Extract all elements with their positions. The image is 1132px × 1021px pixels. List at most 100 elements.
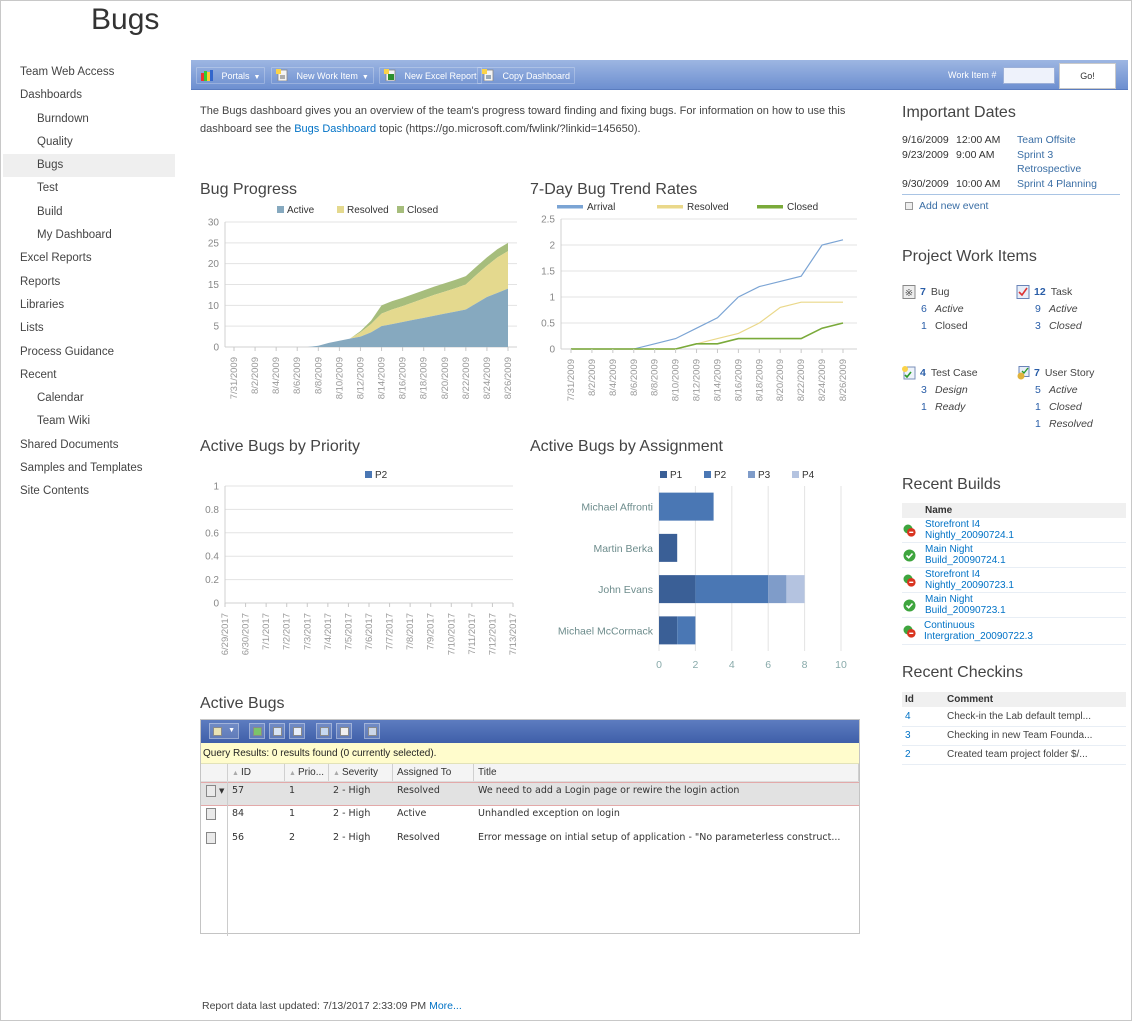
work-item-state[interactable]: 1 Ready [902,399,978,416]
nav-item-dashboards[interactable]: Dashboards [3,84,175,107]
event-link[interactable]: Team Offsite [1017,133,1117,148]
work-item-state[interactable]: 1 Closed [1016,399,1094,416]
work-item-type[interactable]: 4 Test Case [902,365,978,382]
bugs-dashboard-link[interactable]: Bugs Dashboard [294,123,376,135]
legend-swatch [365,471,372,478]
nav-item-team-wiki[interactable]: Team Wiki [3,410,175,433]
bug-row[interactable]: 56 2 2 - High Resolved Error message on inti… [201,830,859,854]
event-link[interactable]: Sprint 4 Planning [1017,177,1117,192]
nav-item-burndown[interactable]: Burndown [3,108,175,131]
y-tick-label: 2 [549,241,555,252]
work-item-type[interactable]: ※ 7 Bug [902,284,968,301]
build-link[interactable]: Main Night Build_20090724.1 [925,544,1055,566]
x-tick-label: 8/18/2009 [754,359,765,401]
x-tick-label: 8/16/2009 [733,359,744,401]
work-item-count[interactable]: 4 [920,367,926,379]
add-new-event-link[interactable]: Add new event [902,200,1127,212]
column-header-assigned-to[interactable]: Assigned To [393,764,474,781]
work-item-state[interactable]: 6 Active [902,301,968,318]
state-count[interactable]: 3 [921,382,935,399]
new-item-dropdown-button[interactable]: ▼ [209,723,239,739]
checkin-id-link[interactable]: 2 [905,749,911,760]
nav-item-samples-and-templates[interactable]: Samples and Templates [3,457,175,480]
work-item-type[interactable]: 12 Task [1016,284,1082,301]
legend-label: Resolved [687,202,729,213]
x-tick-label: 7/13/2017 [508,613,519,655]
go-button[interactable]: Go! [1059,63,1116,89]
nav-item-reports[interactable]: Reports [3,271,175,294]
nav-item-calendar[interactable]: Calendar [3,387,175,410]
bug-row[interactable]: 84 1 2 - High Active Unhandled exception on … [201,806,859,830]
column-header-title[interactable]: Title [474,764,859,781]
edit-query-button[interactable] [364,723,380,739]
nav-item-site-contents[interactable]: Site Contents [3,480,175,503]
new-work-item-button[interactable]: New Work Item ▼ [271,67,374,84]
bar-p1 [659,575,696,604]
copy-button[interactable] [316,723,332,739]
build-link[interactable]: Main Night Build_20090723.1 [925,594,1055,616]
refresh-button[interactable] [249,723,265,739]
work-item-count[interactable]: 7 [1034,367,1040,379]
more-link[interactable]: More... [429,1000,462,1012]
new-excel-report-button[interactable]: New Excel Report [379,67,482,84]
nav-item-build[interactable]: Build [3,201,175,224]
portals-button[interactable]: Portals ▼ [196,67,266,84]
nav-item-quality[interactable]: Quality [3,131,175,154]
nav-item-excel-reports[interactable]: Excel Reports [3,247,175,270]
nav-item-shared-documents[interactable]: Shared Documents [3,434,175,457]
work-item-state[interactable]: 1 Resolved [1016,416,1094,433]
work-item-count[interactable]: 12 [1034,286,1046,298]
new-work-item-label: New Work Item [296,71,358,81]
cell-priority: 2 [289,832,296,843]
nav-item-lists[interactable]: Lists [3,317,175,340]
state-count[interactable]: 1 [1035,416,1049,433]
save-button[interactable] [336,723,352,739]
event-time: 12:00 AM [956,134,1001,146]
nav-item-team-web-access[interactable]: Team Web Access [3,61,175,84]
bug-row[interactable]: ▼ 57 1 2 - High Resolved We need to add a Log… [201,782,859,806]
state-count[interactable]: 1 [921,399,935,416]
build-link[interactable]: Storefront I4 Nightly_20090724.1 [925,519,1055,541]
x-tick-label: 8/14/2009 [377,357,388,399]
work-item-count[interactable]: 7 [920,286,926,298]
state-count[interactable]: 6 [921,301,935,318]
state-count[interactable]: 5 [1035,382,1049,399]
work-item-state[interactable]: 1 Closed [902,318,968,335]
nav-item-libraries[interactable]: Libraries [3,294,175,317]
checkin-id-link[interactable]: 3 [905,730,911,741]
open-in-excel-button[interactable] [269,723,285,739]
state-count[interactable]: 9 [1035,301,1049,318]
nav-item-process-guidance[interactable]: Process Guidance [3,341,175,364]
x-tick-label: 7/3/2017 [302,613,313,650]
state-count[interactable]: 1 [1035,399,1049,416]
column-header-id[interactable]: ▲ ID [228,764,285,781]
line-arrival [571,239,844,350]
column-header-priority[interactable]: ▲ Prio... [285,764,329,781]
x-tick-label: 8/20/2009 [775,359,786,401]
x-tick-label: 8/2/2009 [587,359,598,396]
nav-item-my-dashboard[interactable]: My Dashboard [3,224,175,247]
state-count[interactable]: 3 [1035,318,1049,335]
build-link[interactable]: Continuous Intergration_20090722.3 [924,620,1054,642]
cell-priority: 1 [289,808,296,819]
bug-icon: ※ [902,285,916,299]
divider [902,194,1120,195]
x-tick-label: 7/9/2017 [426,613,437,650]
column-header-severity[interactable]: ▲ Severity [329,764,393,781]
nav-item-recent[interactable]: Recent [3,364,175,387]
state-count[interactable]: 1 [921,318,935,335]
nav-item-bugs[interactable]: Bugs [3,154,175,178]
work-item-state[interactable]: 5 Active [1016,382,1094,399]
build-link[interactable]: Storefront I4 Nightly_20090723.1 [925,569,1055,591]
work-item-type[interactable]: 7 User Story [1016,365,1094,382]
work-item-state[interactable]: 3 Design [902,382,978,399]
copy-dashboard-button[interactable]: Copy Dashboard [477,67,576,84]
work-item-input[interactable] [1003,67,1055,84]
work-item-state[interactable]: 3 Closed [1016,318,1082,335]
work-item-state[interactable]: 9 Active [1016,301,1082,318]
column-options-button[interactable] [289,723,305,739]
checkin-id-link[interactable]: 4 [905,711,911,722]
event-link[interactable]: Sprint 3 Retrospective [1017,148,1117,177]
nav-item-test[interactable]: Test [3,177,175,200]
state-name: Active [1049,303,1078,315]
